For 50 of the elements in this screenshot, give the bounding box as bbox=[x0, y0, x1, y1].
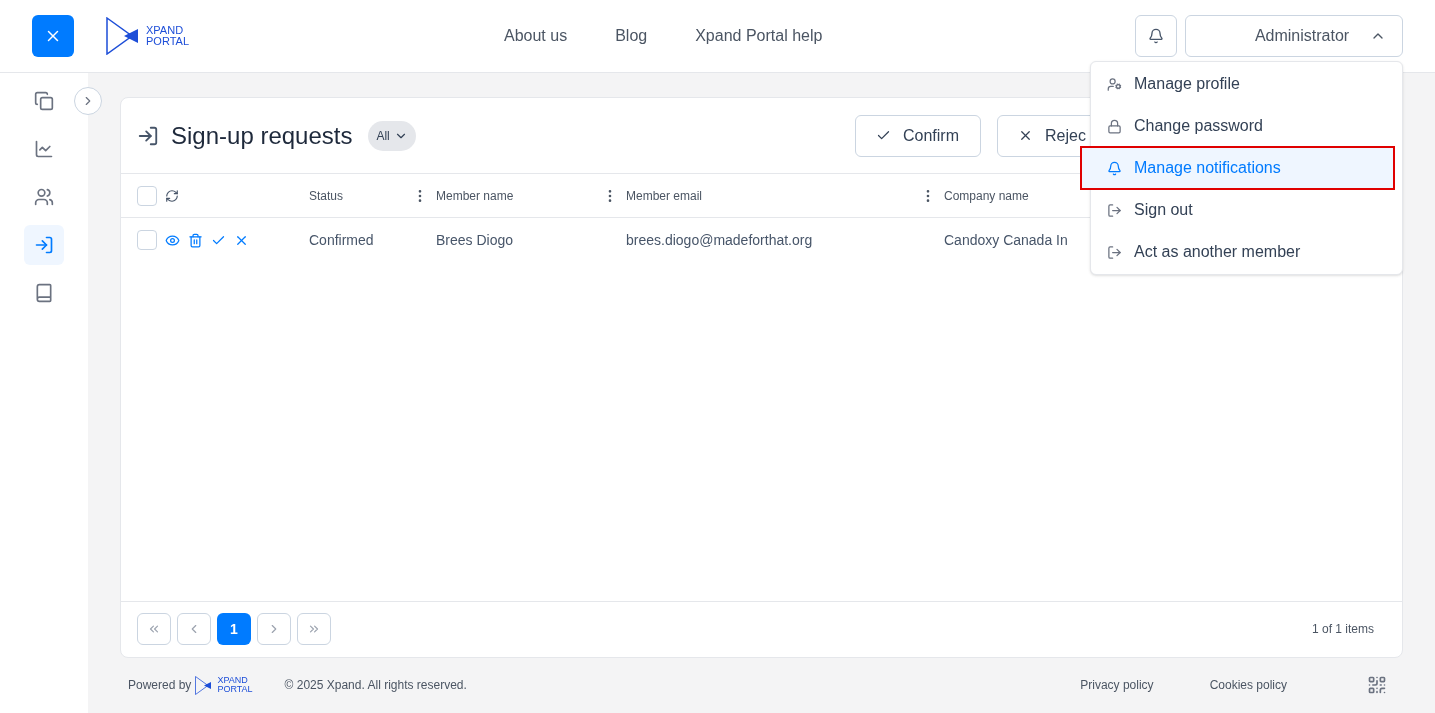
menu-item[interactable]: Act as another member bbox=[1091, 231, 1402, 273]
close-button[interactable] bbox=[32, 15, 74, 57]
close-icon bbox=[1018, 128, 1033, 143]
logo-text: XPAND bbox=[146, 25, 185, 36]
menu-item[interactable]: Manage profile bbox=[1091, 63, 1402, 105]
logo-text: PORTAL bbox=[146, 36, 189, 47]
nav-link[interactable]: Blog bbox=[615, 24, 648, 48]
user-menu-button[interactable]: Administrator bbox=[1185, 15, 1403, 57]
checkbox[interactable] bbox=[137, 185, 157, 206]
sign-in-icon bbox=[137, 124, 159, 147]
footer-link[interactable]: Cookies policy bbox=[1209, 676, 1287, 695]
menu-item[interactable]: Manage notifications bbox=[1081, 147, 1394, 189]
refresh-icon[interactable] bbox=[165, 188, 179, 203]
filter-dropdown[interactable]: All bbox=[368, 120, 416, 151]
menu-icon bbox=[1107, 244, 1122, 260]
checkbox[interactable] bbox=[137, 230, 157, 250]
logo-text: XPAND bbox=[217, 676, 249, 686]
column-header[interactable]: Status bbox=[309, 186, 412, 205]
page-button[interactable]: 1 bbox=[217, 613, 251, 646]
footer-link[interactable]: Privacy policy bbox=[1080, 676, 1154, 695]
table-cell-text: Confirmed bbox=[309, 230, 375, 250]
table-cell-text: Brees Diogo bbox=[436, 230, 515, 250]
sidebar-icon bbox=[34, 283, 54, 303]
column-header[interactable]: Member name bbox=[436, 186, 602, 205]
column-header[interactable]: Member email bbox=[626, 186, 920, 205]
items-summary: 1 of 1 items bbox=[1311, 621, 1374, 639]
bell-icon bbox=[1148, 28, 1164, 44]
menu-icon bbox=[1107, 202, 1122, 218]
confirm-button[interactable]: Confirm bbox=[855, 114, 981, 157]
sidebar-item[interactable] bbox=[24, 225, 64, 265]
logo-text: PORTAL bbox=[217, 685, 253, 695]
delete-icon[interactable] bbox=[188, 232, 203, 248]
menu-icon bbox=[1107, 76, 1122, 92]
sidebar-icon bbox=[34, 235, 54, 255]
sidebar-icon bbox=[34, 91, 54, 111]
logo-icon bbox=[195, 674, 214, 696]
view-icon[interactable] bbox=[165, 232, 180, 248]
powered-by-label: Powered by bbox=[128, 677, 192, 695]
menu-icon bbox=[1107, 160, 1122, 176]
nav-link[interactable]: About us bbox=[504, 24, 568, 48]
menu-item[interactable]: Sign out bbox=[1091, 189, 1402, 231]
notifications-button[interactable] bbox=[1135, 15, 1177, 57]
qr-code-icon[interactable] bbox=[1367, 675, 1387, 696]
menu-icon bbox=[1107, 118, 1122, 134]
page-title: Sign-up requests bbox=[171, 120, 353, 151]
nav-link[interactable]: Xpand Portal help bbox=[695, 24, 823, 48]
sidebar-icon bbox=[34, 187, 54, 207]
table-cell-text: brees.diogo@madeforthat.org bbox=[626, 230, 814, 250]
sidebar-icon bbox=[34, 139, 54, 159]
copyright: © 2025 Xpand. All rights reserved. bbox=[284, 677, 467, 695]
